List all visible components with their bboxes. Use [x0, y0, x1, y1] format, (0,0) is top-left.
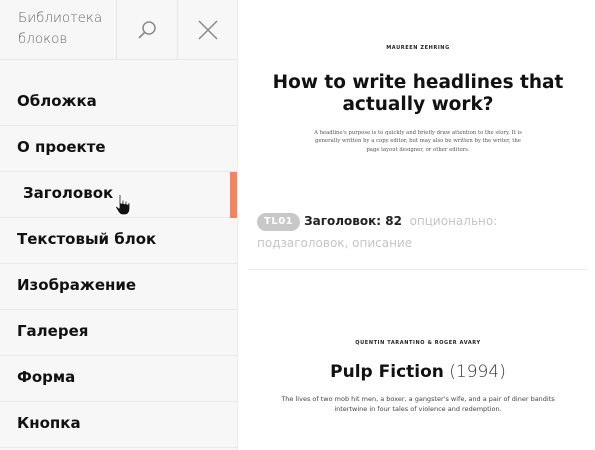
sidebar-item-label: Кнопка	[17, 414, 81, 432]
sidebar-item-image[interactable]: Изображение	[0, 264, 237, 310]
block-preview-pulp-fiction[interactable]: QUENTIN TARANTINO & ROGER AVARY Pulp Fic…	[248, 340, 588, 414]
search-button[interactable]	[117, 0, 177, 60]
sidebar-item-label: Форма	[17, 368, 76, 386]
sidebar-item-gallery[interactable]: Галерея	[0, 310, 237, 356]
sidebar-item-form[interactable]: Форма	[0, 356, 237, 402]
sidebar-item-label: Галерея	[17, 322, 89, 340]
block-meta: TL01 Заголовок: 82 опционально: подзаголо…	[257, 210, 577, 254]
author-name: MAUREEN ZEHRING	[386, 45, 450, 51]
preview-description: The lives of two mob hit men, a boxer, a…	[281, 395, 555, 413]
block-preview-area: MAUREEN ZEHRING How to write headlines t…	[248, 0, 588, 450]
sidebar-item-label: Изображение	[17, 276, 137, 294]
preview-headline: How to write headlines that actually wor…	[272, 72, 564, 115]
block-category-list: Обложка О проекте Заголовок Текстовый бл…	[0, 80, 237, 448]
close-button[interactable]	[178, 0, 238, 60]
sidebar-header: Библиотека блоков	[0, 0, 237, 60]
block-preview-headline[interactable]: MAUREEN ZEHRING How to write headlines t…	[248, 45, 588, 154]
hand-pointer-icon	[114, 193, 131, 216]
sidebar-title: Библиотека блоков	[18, 10, 103, 47]
movie-year: (1994)	[449, 362, 506, 382]
sidebar-item-cover[interactable]: Обложка	[0, 80, 237, 126]
block-code-badge: TL01	[257, 213, 301, 231]
block-name: Заголовок: 82	[304, 214, 402, 228]
preview-description: A headline's purpose is to quickly and b…	[314, 130, 522, 153]
search-icon	[138, 21, 156, 39]
active-marker	[230, 172, 237, 218]
block-library-sidebar: Библиотека блоков Обложка О проекте Заго…	[0, 0, 238, 450]
sidebar-item-label: О проекте	[17, 138, 106, 156]
sidebar-item-button[interactable]: Кнопка	[0, 402, 237, 448]
sidebar-item-label: Заголовок	[23, 184, 114, 202]
author-name: QUENTIN TARANTINO & ROGER AVARY	[355, 340, 481, 346]
divider	[248, 269, 588, 270]
preview-title: Pulp Fiction (1994)	[248, 362, 588, 382]
sidebar-item-text-block[interactable]: Текстовый блок	[0, 218, 237, 264]
sidebar-item-label: Обложка	[17, 92, 97, 110]
sidebar-item-label: Текстовый блок	[17, 230, 157, 248]
movie-title: Pulp Fiction	[330, 362, 444, 382]
close-icon	[198, 20, 218, 40]
sidebar-item-about[interactable]: О проекте	[0, 126, 237, 172]
